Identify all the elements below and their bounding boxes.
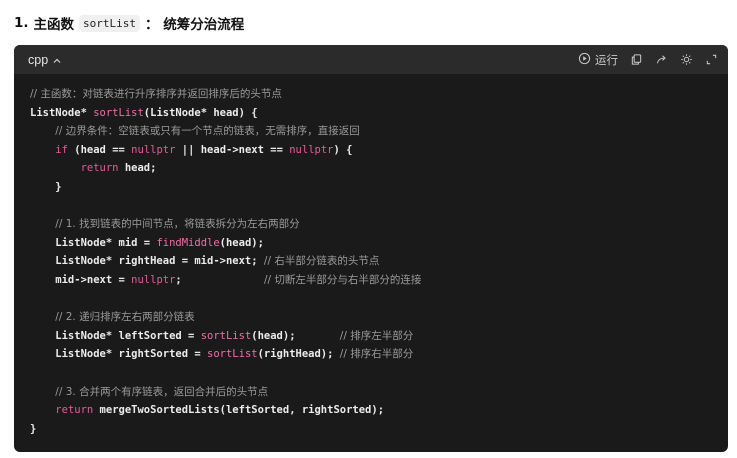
chevron-up-icon [52,55,62,65]
code-token: nullptr [289,143,334,156]
code-comment: // 主函数：对链表进行升序排序并返回排序后的头节点 [30,88,282,100]
code-comment: // 2. 递归排序左右两部分链表 [55,311,195,324]
code-comment: // 右半部分链表的头节点 [263,255,380,268]
code-token: sortList [200,329,252,342]
code-token: } [30,180,62,193]
code-token: sortList [93,106,144,119]
code-line: // 主函数：对链表进行升序排序并返回排序后的头节点 [30,85,728,104]
code-line: mid->next = nullptr; // 切断左半部分与右半部分的连接 [30,271,728,290]
code-line: ListNode* rightHead = mid->next; // 右半部分… [30,252,728,271]
heading-title-prefix: 主函数 [33,17,75,33]
code-token: ; [175,273,264,286]
code-token: if [55,143,68,156]
code-token: sortList [207,348,258,361]
heading-inline-code: sortList [79,14,141,32]
code-token: ListNode* mid = [30,236,157,249]
code-line: ListNode* mid = findMiddle (head); [30,234,728,253]
code-line: ListNode* rightSorted = sortList (rightHe… [30,345,728,364]
code-token: ) { [333,143,353,156]
code-line: ListNode* sortList (ListNode* head) { [30,104,728,123]
code-line: return mergeTwoSortedLists(leftSorted, r… [30,401,728,420]
language-toggle[interactable]: cpp [28,53,62,67]
run-label: 运行 [595,52,618,67]
code-comment: // 排序右半部分 [339,348,414,361]
code-comment: // 排序左半部分 [339,329,414,342]
code-token: ListNode* [30,106,94,119]
code-token: return [55,404,94,417]
code-token: (head); [251,329,340,342]
code-token: findMiddle [156,236,220,249]
copy-icon[interactable] [630,53,643,66]
code-token: ListNode* rightHead = mid->next; [30,255,264,268]
code-token: (head); [219,236,264,249]
code-block: cpp 运行 // 主函数：对链表进行升序排序并返回排序后的头节点 ListNo… [14,45,728,452]
code-line: // 1. 找到链表的中间节点，将链表拆分为左右两部分 [30,215,728,234]
heading-number: 1. [14,15,29,31]
share-icon[interactable] [655,53,668,66]
heading-title-suffix: ： 统筹分治流程 [145,17,245,33]
code-line: ListNode* leftSorted = sortList (head); /… [30,327,728,346]
code-line: return head; [30,159,728,178]
code-token: head; [118,162,157,175]
code-line: } [30,420,728,439]
code-content[interactable]: // 主函数：对链表进行升序排序并返回排序后的头节点 ListNode* sort… [14,74,728,438]
code-token: (rightHead); [257,348,340,361]
code-token: ListNode* rightSorted = [30,348,208,361]
code-token: nullptr [131,143,176,156]
expand-icon[interactable] [705,53,718,66]
code-comment: // 切断左半部分与右半部分的连接 [263,273,422,286]
code-token: ListNode* leftSorted = [30,329,201,342]
code-line: // 边界条件：空链表或只有一个节点的链表，无需排序，直接返回 [30,122,728,141]
section-heading: 1. 主函数 sortList ： 统筹分治流程 [14,12,244,34]
play-circle-icon [578,52,591,68]
code-token: nullptr [131,273,176,286]
run-button[interactable]: 运行 [578,52,618,68]
code-line: // 2. 递归排序左右两部分链表 [30,308,728,327]
code-comment: // 1. 找到链表的中间节点，将链表拆分为左右两部分 [55,218,300,231]
code-token: (ListNode* head) { [143,106,258,119]
code-comment: // 边界条件：空链表或只有一个节点的链表，无需排序，直接返回 [55,125,360,138]
theme-icon[interactable] [680,53,693,66]
code-block-header: cpp 运行 [14,45,728,74]
code-token: } [30,422,37,435]
code-line: // 3. 合并两个有序链表，返回合并后的头节点 [30,383,728,402]
code-comment: // 3. 合并两个有序链表，返回合并后的头节点 [55,385,269,398]
code-token: || head->next == [175,143,290,156]
code-line: } [30,178,728,197]
code-toolbar: 运行 [578,52,718,68]
language-label: cpp [28,52,49,67]
code-token: (head == [67,143,132,156]
code-token: return [80,162,119,175]
code-token: mid->next = [30,273,132,286]
code-line: if (head == nullptr || head->next == nul… [30,141,728,160]
code-token: mergeTwoSortedLists(leftSorted, rightSor… [93,404,385,417]
